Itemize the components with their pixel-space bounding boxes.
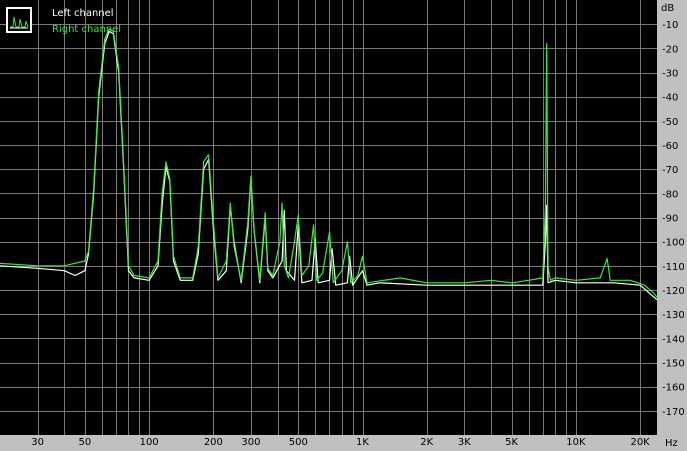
y-tick-label: -80 — [662, 189, 678, 200]
y-tick-label: -150 — [662, 359, 685, 370]
y-tick-label: -40 — [662, 93, 678, 104]
y-tick-label: -30 — [662, 69, 678, 80]
y-tick-label: -70 — [662, 165, 678, 176]
y-tick-label: -120 — [662, 286, 685, 297]
x-tick-label: 2K — [420, 437, 433, 448]
y-tick-label: -90 — [662, 214, 678, 225]
y-tick-label: -50 — [662, 117, 678, 128]
plot-area — [0, 0, 657, 435]
y-tick-label: -160 — [662, 383, 685, 394]
legend: Left channel Right channel — [4, 4, 122, 38]
legend-entry-left-channel: Left channel — [52, 8, 114, 19]
y-tick-label: -20 — [662, 44, 678, 55]
spectrum-chart: -10 -20 -30 -40 -50 -60 -70 -80 -90 -100 -110 -120 -… — [0, 0, 685, 449]
x-tick-label: 30 — [31, 437, 44, 448]
y-tick-label: -170 — [662, 407, 685, 418]
y-tick-label: -110 — [662, 262, 685, 273]
x-tick-label: 500 — [289, 437, 308, 448]
x-tick-label: 20K — [630, 437, 650, 448]
y-tick-label: -130 — [662, 310, 685, 321]
x-tick-label: 50 — [79, 437, 92, 448]
y-tick-label: -10 — [662, 20, 678, 31]
legend-spectrum-icon — [6, 7, 32, 33]
x-axis-unit-label: Hz — [665, 438, 678, 449]
x-tick-label: 3K — [458, 437, 471, 448]
x-tick-label: 200 — [204, 437, 223, 448]
y-tick-label: -140 — [662, 334, 685, 345]
x-axis-ticks: 30 50 100 200 300 500 1K 2K 3K 5K 10K 20K — [31, 437, 650, 448]
x-tick-label: 5K — [505, 437, 518, 448]
y-tick-label: -100 — [662, 238, 685, 249]
legend-entry-right-channel: Right channel — [52, 24, 122, 35]
x-tick-label: 10K — [566, 437, 586, 448]
y-axis-unit-label: dB — [661, 3, 674, 14]
y-tick-label: -60 — [662, 141, 678, 152]
y-axis-ticks: -10 -20 -30 -40 -50 -60 -70 -80 -90 -100 -110 -120 -… — [662, 20, 685, 418]
x-tick-label: 1K — [356, 437, 369, 448]
x-tick-label: 100 — [140, 437, 159, 448]
x-tick-label: 300 — [241, 437, 260, 448]
